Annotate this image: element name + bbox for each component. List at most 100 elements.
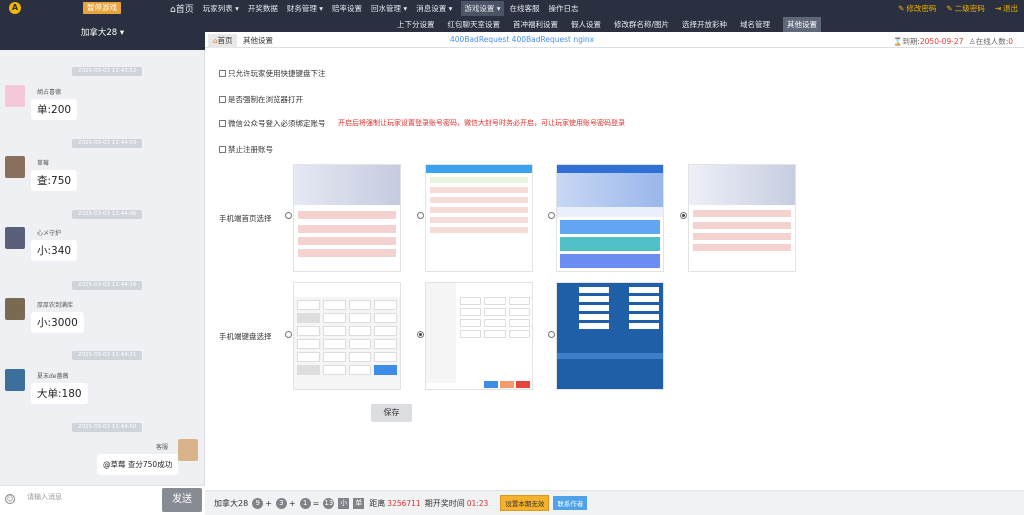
hourglass-icon: ⌛ <box>893 37 903 46</box>
settings-subnav: 上下分设置 红包聊天室设置 首冲福利设置 假人设置 修改群名称/图片 选择开放彩… <box>205 16 1024 32</box>
second-password-label: 二级密码 <box>954 3 985 13</box>
chat-input-bar: ☺ 请输入消息 发送 <box>0 485 205 515</box>
subnav-other[interactable]: 其他设置 <box>783 16 821 32</box>
avatar <box>5 369 25 391</box>
expire-label: 到期: <box>902 37 920 46</box>
app-logo[interactable]: A <box>9 2 21 14</box>
keyboard-preview-1[interactable] <box>293 282 401 390</box>
subnav-first-deposit[interactable]: 首冲福利设置 <box>513 19 558 30</box>
message-nick: 心メ守护 <box>37 230 62 237</box>
option-disable-register[interactable]: 禁止注册账号 <box>219 144 273 155</box>
option-force-browser[interactable]: 是否强制在浏览器打开 <box>219 94 303 105</box>
pause-game-button[interactable]: 暂停游戏 <box>83 2 121 14</box>
expire-date: 2050-09-27 <box>919 37 964 46</box>
nav-home[interactable]: ⌂首页 <box>170 2 194 15</box>
equals-sign: = <box>312 498 320 508</box>
homepage-select-label: 手机端首页选择 <box>219 214 272 223</box>
nav-game-settings[interactable]: 游戏设置 ▾ <box>461 0 504 16</box>
user-icon: ♙ <box>969 37 976 46</box>
message-nick: 夏末de蔷薇 <box>37 373 69 380</box>
subnav-group-name[interactable]: 修改群名称/图片 <box>614 19 669 30</box>
chat-input[interactable]: 请输入消息 <box>27 492 62 502</box>
nav-messages[interactable]: 消息设置 ▾ <box>416 3 452 14</box>
message-bubble: 小:340 <box>31 240 78 261</box>
option-quick-keyboard[interactable]: 只允许玩家使用快捷键盘下注 <box>219 68 326 79</box>
nav-draw-data[interactable]: 开奖数据 <box>248 3 278 14</box>
main-nav: ⌂首页 玩家列表 ▾ 开奖数据 财务管理 ▾ 赔率设置 回水管理 ▾ 消息设置 … <box>170 0 588 16</box>
message-time: 2025-03-03 12:44:03 <box>72 139 143 148</box>
chat-panel: 2025-03-03 12:43:52 胡占喜德 单:200 2025-03-0… <box>0 50 205 485</box>
message-bubble: @草莓 查分750成功 <box>97 454 179 475</box>
homepage-radio-3[interactable] <box>548 212 555 219</box>
homepage-preview-2[interactable] <box>425 164 533 272</box>
option-label: 禁止注册账号 <box>228 145 273 154</box>
tab-other-settings[interactable]: 其他设置 <box>238 34 278 48</box>
tab-home-label: 首页 <box>217 36 233 45</box>
chat-room-selector[interactable]: 加拿大28 ▾ <box>0 16 205 50</box>
online-label: 在线人数: <box>975 37 1009 46</box>
contact-author-button[interactable]: 联系作者 <box>553 496 588 510</box>
homepage-radio-2[interactable] <box>417 212 424 219</box>
send-button[interactable]: 发送 <box>162 488 202 512</box>
save-button[interactable]: 保存 <box>371 404 412 422</box>
subnav-fake-users[interactable]: 假人设置 <box>571 19 601 30</box>
draw-ball-3: 1 <box>299 497 311 509</box>
option-label: 是否强制在浏览器打开 <box>228 95 303 104</box>
subnav-domain[interactable]: 域名管理 <box>740 19 770 30</box>
option-wechat-bind[interactable]: 微信公众号登入必须绑定账号 <box>219 118 326 129</box>
checkbox[interactable] <box>219 120 226 127</box>
keyboard-radio-1[interactable] <box>285 331 292 338</box>
result-parity-tag: 单 <box>353 497 365 509</box>
homepage-preview-3[interactable] <box>556 164 664 272</box>
online-count: 0 <box>1008 37 1014 46</box>
draw-ball-1: 9 <box>252 497 264 509</box>
message-time: 2025-03-03 12:44:21 <box>72 351 143 360</box>
nav-support[interactable]: 在线客服 <box>510 3 540 14</box>
keyboard-radio-2[interactable] <box>417 331 424 338</box>
homepage-preview-4[interactable] <box>688 164 796 272</box>
homepage-radio-1[interactable] <box>285 212 292 219</box>
period-label: 期开奖时间 <box>424 498 465 508</box>
nav-log[interactable]: 操作日志 <box>549 3 579 14</box>
online-info: ♙在线人数:0 <box>969 36 1013 47</box>
checkbox[interactable] <box>219 70 226 77</box>
distance-label: 距离 <box>369 498 386 508</box>
support-avatar <box>178 439 198 461</box>
countdown: 01:23 <box>466 498 489 508</box>
game-name: 加拿大28 <box>214 498 249 508</box>
subnav-redpacket[interactable]: 红包聊天室设置 <box>447 19 500 30</box>
checkbox[interactable] <box>219 96 226 103</box>
logout-link[interactable]: ⇥ 退出 <box>995 3 1018 14</box>
avatar <box>5 156 25 178</box>
subnav-lottery-types[interactable]: 选择开放彩种 <box>682 19 727 30</box>
second-password-link[interactable]: ✎ 二级密码 <box>946 3 984 14</box>
nav-players[interactable]: 玩家列表 ▾ <box>203 3 239 14</box>
avatar <box>5 85 25 107</box>
keyboard-preview-3[interactable] <box>556 282 664 390</box>
homepage-preview-1[interactable] <box>293 164 401 272</box>
draw-ball-2: 3 <box>275 497 287 509</box>
message-time: 2025-03-03 12:43:52 <box>72 67 143 76</box>
nav-odds[interactable]: 赔率设置 <box>332 3 362 14</box>
checkbox[interactable] <box>219 146 226 153</box>
emoji-icon[interactable]: ☺ <box>5 494 15 504</box>
keyboard-preview-2[interactable] <box>425 282 533 390</box>
tab-home[interactable]: ⌂首页 <box>208 34 238 48</box>
draw-status-bar: 加拿大28 9 + 3 + 1 = 13 小 单 距离 3256711 期开奖时间 0… <box>205 490 1024 515</box>
draw-sum: 13 <box>323 497 335 509</box>
invalidate-period-button[interactable]: 设置本期无效 <box>500 495 550 511</box>
subnav-credit[interactable]: 上下分设置 <box>397 19 435 30</box>
notice-text: 400BadRequest 400BadRequest nginx <box>450 35 595 44</box>
nav-rebate[interactable]: 回水管理 ▾ <box>371 3 407 14</box>
nav-finance[interactable]: 财务管理 ▾ <box>287 3 323 14</box>
message-nick: 厚厚农到满库 <box>37 302 74 309</box>
issue-number: 3256711 <box>387 498 421 508</box>
change-password-link[interactable]: ✎ 修改密码 <box>898 3 936 14</box>
plus-sign: + <box>265 498 272 508</box>
nav-home-label: 首页 <box>175 4 194 15</box>
result-size-tag: 小 <box>338 497 350 509</box>
keyboard-radio-3[interactable] <box>548 331 555 338</box>
top-navbar: A 暂停游戏 ⌂首页 玩家列表 ▾ 开奖数据 财务管理 ▾ 赔率设置 回水管理 … <box>0 0 1024 16</box>
homepage-radio-4[interactable] <box>680 212 687 219</box>
message-time: 2025-03-03 12:44:06 <box>72 210 143 219</box>
